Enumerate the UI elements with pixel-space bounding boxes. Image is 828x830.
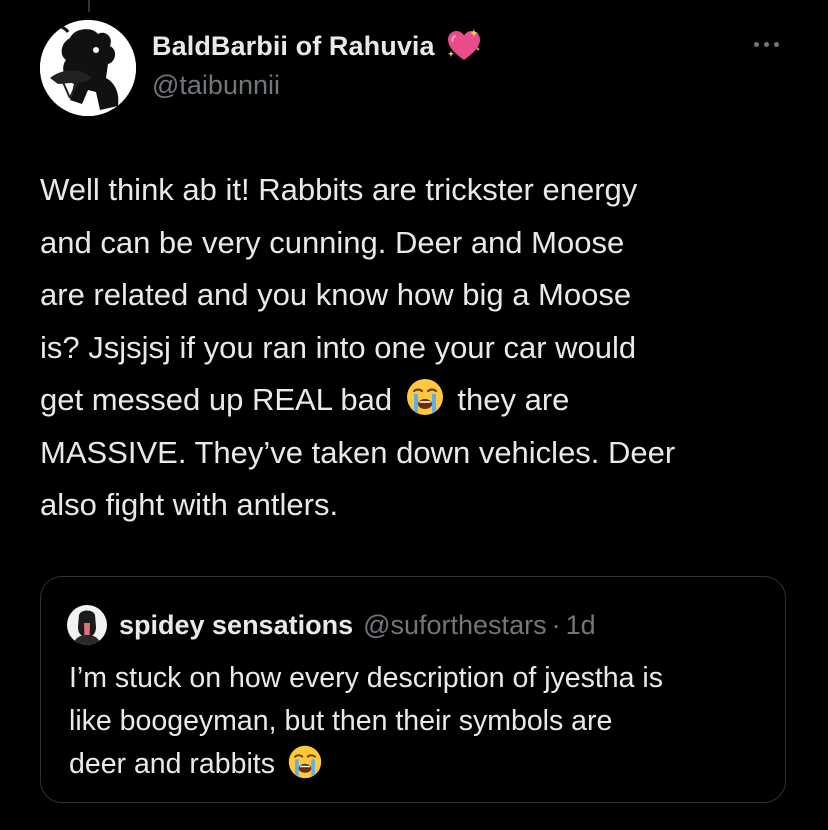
author-handle[interactable]: @taibunnii (152, 70, 280, 101)
quote-line: I’m stuck on how every description of jy… (69, 662, 664, 694)
quoted-author-name[interactable]: spidey sensations (119, 610, 353, 641)
author-avatar[interactable] (40, 20, 136, 116)
quote-line: like boogeyman, but then their symbols a… (69, 705, 613, 737)
quoted-avatar-image (67, 605, 107, 645)
tweet-line: MASSIVE. They’ve taken down vehicles. De… (40, 434, 676, 470)
quoted-tweet-text: I’m stuck on how every description of jy… (69, 657, 769, 786)
tweet-line: are related and you know how big a Moose (40, 277, 632, 312)
more-options-icon[interactable] (746, 34, 786, 54)
author-name-row: BaldBarbii of Rahuvia (152, 26, 483, 66)
sparkling-heart-icon (447, 29, 480, 60)
author-display-name[interactable]: BaldBarbii of Rahuvia (152, 31, 435, 62)
tweet-line: and can be very cunning. Deer and Moose (40, 224, 625, 260)
loudly-crying-face-icon (288, 745, 322, 779)
tweet-line: is? Jsjsjsj if you ran into one your car… (40, 329, 637, 365)
quoted-tweet-card[interactable]: spidey sensations @suforthestars · 1d I’… (40, 576, 786, 803)
tweet-line-with-emoji: get messed up REAL bad they are (40, 374, 800, 427)
quoted-tweet-header: spidey sensations @suforthestars · 1d (67, 605, 596, 645)
dot (753, 41, 759, 47)
loudly-crying-face-icon (406, 379, 443, 415)
quoted-author-handle[interactable]: @suforthestars (363, 610, 546, 641)
tweet-line: Well think ab it! Rabbits are trickster … (40, 172, 638, 207)
avatar-image (40, 20, 136, 116)
quote-line-segment: deer and rabbits (69, 748, 275, 780)
tweet-text: Well think ab it! Rabbits are trickster … (40, 164, 800, 532)
tweet-line: also fight with antlers. (40, 487, 339, 522)
quoted-author-avatar[interactable] (67, 605, 107, 645)
dot (773, 41, 779, 47)
meta-separator: · (551, 609, 561, 640)
quote-line-with-emoji: deer and rabbits (69, 743, 769, 786)
quoted-tweet-timestamp[interactable]: 1d (566, 610, 596, 641)
tweet-line-segment: get messed up REAL bad (40, 382, 393, 417)
thread-connector-line (88, 0, 90, 12)
tweet-line-segment: they are (457, 382, 570, 417)
dot (763, 41, 769, 47)
